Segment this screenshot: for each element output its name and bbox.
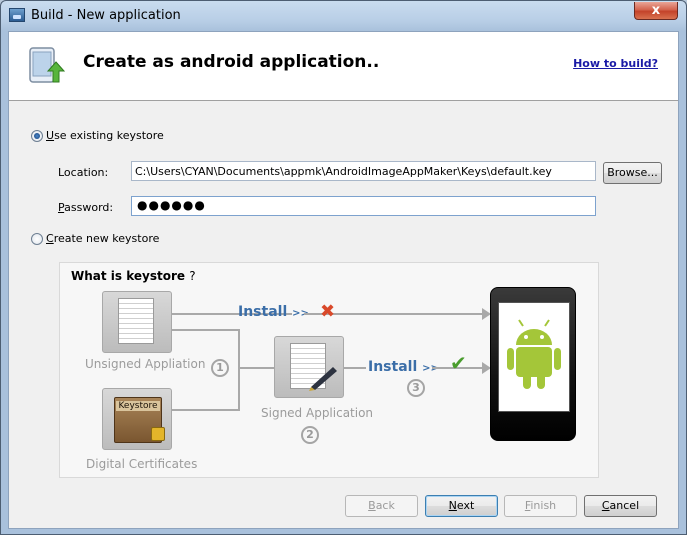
password-field[interactable]: ●●●●●● <box>131 196 596 216</box>
password-label: Password: <box>58 201 114 214</box>
tablet-upload-icon <box>29 47 66 83</box>
diagram-title-mark: ? <box>189 269 196 283</box>
location-label: Location: <box>58 166 109 179</box>
ok-check-icon: ✔ <box>450 351 467 375</box>
signed-application-label: Signed Application <box>261 406 374 420</box>
keystore-cabinet-icon: Keystore <box>102 388 172 450</box>
cancel-button[interactable]: Cancel <box>584 495 657 517</box>
keystore-diagram: What is keystore ? Unsigned Appliation K… <box>59 262 599 478</box>
keystore-cabinet-text: Keystore <box>116 401 160 411</box>
lock-icon <box>151 427 165 441</box>
back-button[interactable]: Back <box>345 495 418 517</box>
page-title: Create as android application.. <box>83 52 380 72</box>
android-phone-icon <box>490 287 576 441</box>
digital-certificates-label: Digital Certificates <box>86 457 198 471</box>
create-new-keystore-label[interactable]: Create new keystore <box>46 232 159 245</box>
diagram-title-text: What is keystore <box>71 269 186 283</box>
install-label-bottom: Install >> <box>368 359 439 375</box>
unsigned-app-icon <box>102 291 172 353</box>
step-1-badge: 1 <box>211 359 229 377</box>
title-bar[interactable]: Build - New application x <box>1 1 686 31</box>
wizard-header: Create as android application.. How to b… <box>9 32 678 101</box>
pen-icon <box>309 367 337 391</box>
app-icon <box>9 8 25 22</box>
install-label-top: Install >> <box>238 304 309 320</box>
use-existing-keystore-label[interactable]: Use existing keystore <box>46 129 164 142</box>
use-existing-rest: se existing keystore <box>54 129 164 142</box>
dialog-client-area: Create as android application.. How to b… <box>8 31 679 529</box>
close-button[interactable]: x <box>634 2 678 20</box>
step-3-badge: 3 <box>407 379 425 397</box>
install-text-bottom: Install <box>368 359 418 375</box>
fail-cross-icon: ✖ <box>320 301 336 322</box>
signed-app-icon <box>274 336 344 398</box>
diagram-title: What is keystore ? <box>71 269 196 283</box>
build-dialog-window: Build - New application x Create as andr… <box>0 0 687 535</box>
window-title: Build - New application <box>31 8 181 23</box>
install-text-top: Install <box>238 304 288 320</box>
next-button[interactable]: Next <box>425 495 498 517</box>
browse-button[interactable]: Browse... <box>603 162 662 184</box>
unsigned-application-label: Unsigned Appliation <box>85 357 206 371</box>
create-new-keystore-radio[interactable] <box>31 233 43 245</box>
step-2-badge: 2 <box>301 426 319 444</box>
finish-button[interactable]: Finish <box>504 495 577 517</box>
how-to-build-link[interactable]: How to build? <box>573 57 658 70</box>
android-robot-icon <box>507 319 561 389</box>
location-field[interactable]: C:\Users\CYAN\Documents\appmk\AndroidIma… <box>131 161 596 181</box>
use-existing-keystore-radio[interactable] <box>31 130 43 142</box>
